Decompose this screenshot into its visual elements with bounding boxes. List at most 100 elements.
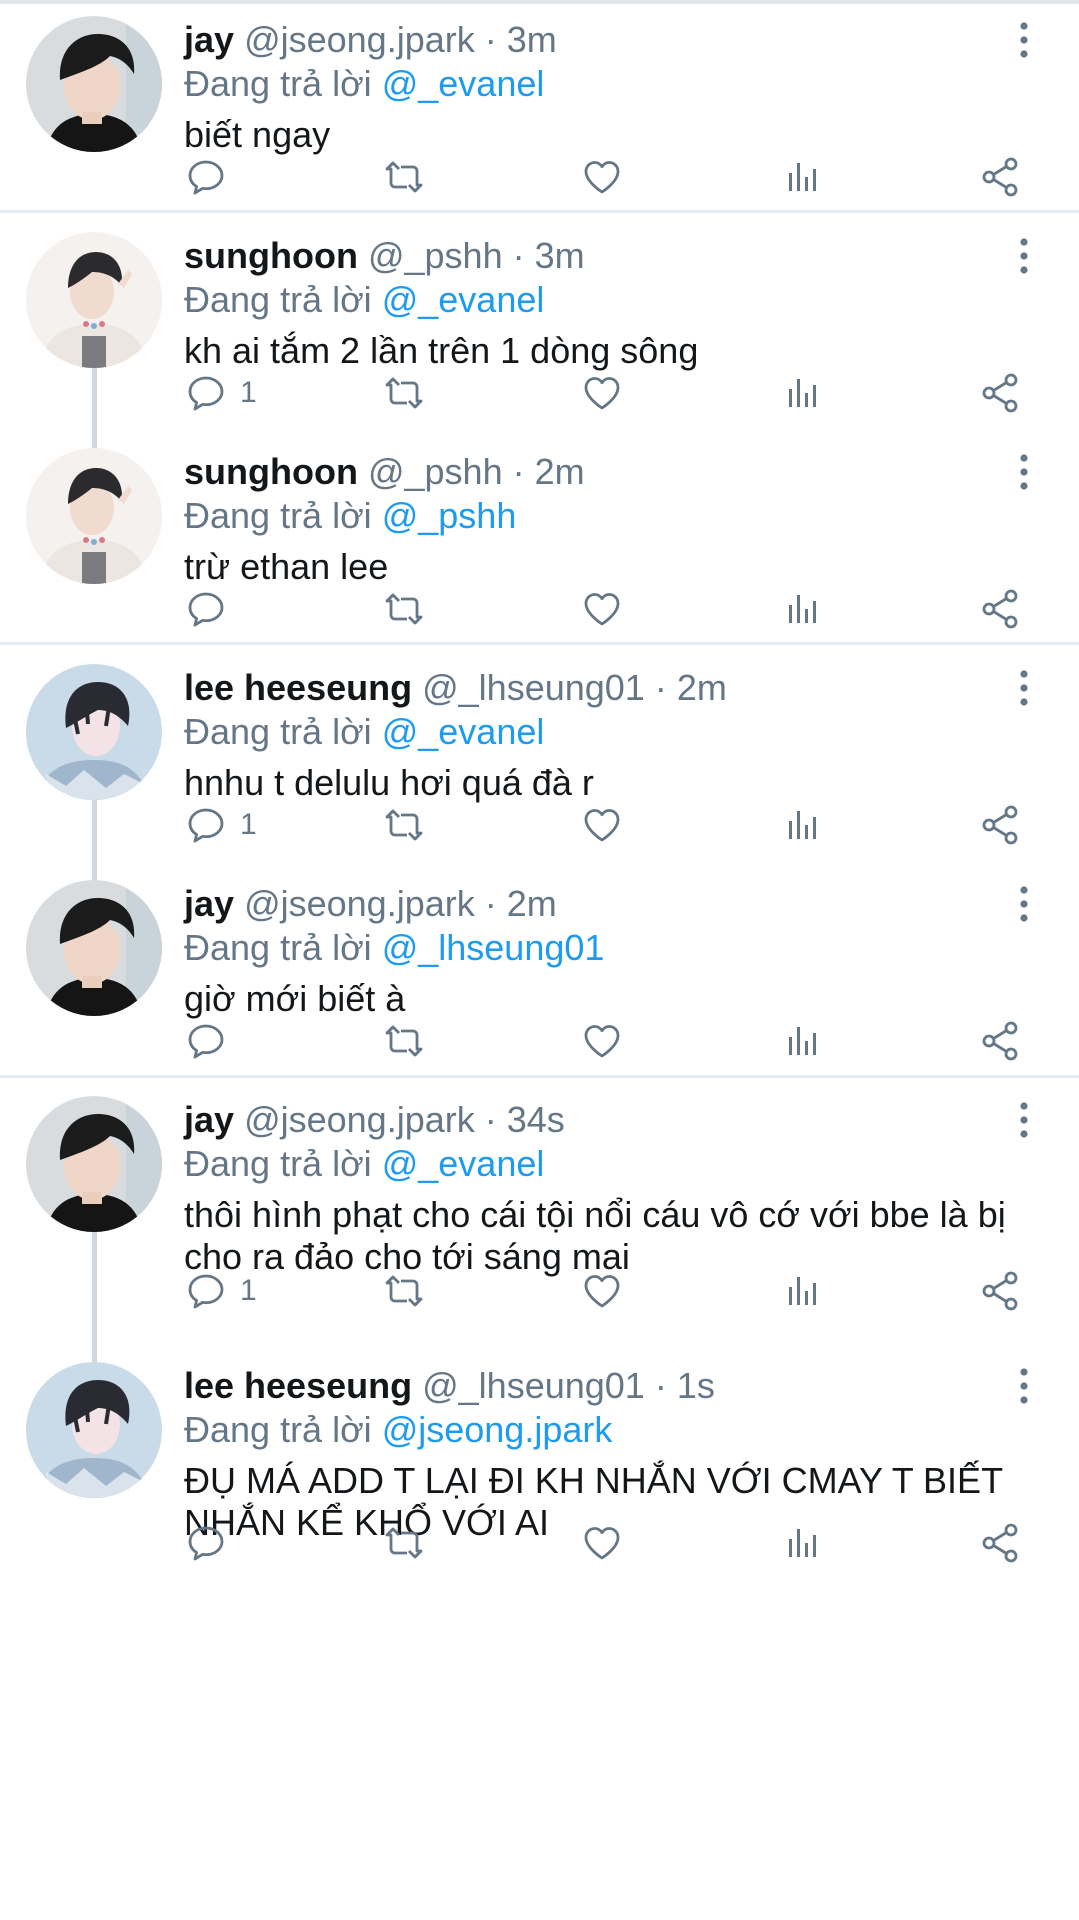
timestamp[interactable]: 2m bbox=[507, 883, 557, 924]
username-handle[interactable]: @_lhseung01 bbox=[422, 667, 645, 708]
share-button[interactable] bbox=[978, 1266, 1022, 1316]
analytics-button[interactable] bbox=[780, 1266, 824, 1316]
analytics-button[interactable] bbox=[780, 800, 824, 850]
like-icon bbox=[584, 161, 620, 194]
reply-button[interactable]: 1 bbox=[184, 800, 257, 850]
like-button[interactable] bbox=[580, 368, 624, 418]
reply-button[interactable]: 1 bbox=[184, 1266, 257, 1316]
share-button[interactable] bbox=[978, 1518, 1022, 1568]
reply-button[interactable] bbox=[184, 1518, 240, 1568]
mention-link[interactable]: @_evanel bbox=[382, 63, 545, 104]
retweet-button[interactable] bbox=[382, 152, 426, 202]
tweet[interactable]: jay @jseong.jpark · 34s Đang trả lời @_ev… bbox=[0, 1080, 1079, 1492]
username-handle[interactable]: @jseong.jpark bbox=[244, 19, 475, 60]
mention-link[interactable]: @jseong.jpark bbox=[382, 1409, 613, 1450]
retweet-icon bbox=[385, 377, 423, 409]
share-button[interactable] bbox=[978, 1016, 1022, 1066]
reply-icon bbox=[188, 1526, 224, 1561]
retweet-button[interactable] bbox=[382, 1266, 426, 1316]
display-name[interactable]: lee heeseung bbox=[184, 667, 412, 708]
separator-dot: · bbox=[512, 235, 525, 276]
like-button[interactable] bbox=[580, 584, 624, 634]
analytics-button[interactable] bbox=[780, 584, 824, 634]
avatar[interactable] bbox=[26, 664, 162, 800]
tweet[interactable]: jay @jseong.jpark · 2m Đang trả lời @_lhs… bbox=[0, 864, 1079, 1076]
timestamp[interactable]: 1s bbox=[677, 1365, 715, 1406]
mention-link[interactable]: @_pshh bbox=[382, 495, 517, 536]
tweet[interactable]: lee heeseung @_lhseung01 · 1s Đang trả lờ… bbox=[0, 1346, 1079, 1578]
more-options-button[interactable] bbox=[1012, 884, 1036, 924]
more-options-button[interactable] bbox=[1012, 20, 1036, 60]
avatar[interactable] bbox=[26, 16, 162, 152]
replying-to: Đang trả lời @jseong.jpark bbox=[184, 1408, 612, 1452]
display-name[interactable]: jay bbox=[184, 1099, 234, 1140]
tweet[interactable]: jay @jseong.jpark · 3m Đang trả lời @_eva… bbox=[0, 0, 1079, 212]
tweet[interactable]: lee heeseung @_lhseung01 · 2m Đang trả lờ… bbox=[0, 648, 1079, 1010]
analytics-button[interactable] bbox=[780, 1518, 824, 1568]
username-handle[interactable]: @_lhseung01 bbox=[422, 1365, 645, 1406]
share-button[interactable] bbox=[978, 368, 1022, 418]
avatar[interactable] bbox=[26, 448, 162, 584]
analytics-button[interactable] bbox=[780, 152, 824, 202]
like-button[interactable] bbox=[580, 1016, 624, 1066]
analytics-icon bbox=[789, 379, 816, 407]
display-name[interactable]: sunghoon bbox=[184, 451, 358, 492]
reply-button[interactable] bbox=[184, 152, 240, 202]
mention-link[interactable]: @_evanel bbox=[382, 279, 545, 320]
share-icon bbox=[982, 373, 1018, 413]
username-handle[interactable]: @_pshh bbox=[368, 451, 503, 492]
like-button[interactable] bbox=[580, 800, 624, 850]
retweet-button[interactable] bbox=[382, 1518, 426, 1568]
mention-link[interactable]: @_evanel bbox=[382, 1143, 545, 1184]
share-button[interactable] bbox=[978, 800, 1022, 850]
retweet-button[interactable] bbox=[382, 584, 426, 634]
like-button[interactable] bbox=[580, 1518, 624, 1568]
mention-link[interactable]: @_lhseung01 bbox=[382, 927, 605, 968]
mention-link[interactable]: @_evanel bbox=[382, 711, 545, 752]
more-options-button[interactable] bbox=[1012, 1100, 1036, 1140]
username-handle[interactable]: @_pshh bbox=[368, 235, 503, 276]
display-name[interactable]: jay bbox=[184, 19, 234, 60]
tweet-header: lee heeseung @_lhseung01 · 2m bbox=[184, 666, 727, 710]
avatar[interactable] bbox=[26, 1362, 162, 1498]
retweet-icon bbox=[385, 1527, 423, 1559]
display-name[interactable]: lee heeseung bbox=[184, 1365, 412, 1406]
display-name[interactable]: sunghoon bbox=[184, 235, 358, 276]
analytics-button[interactable] bbox=[780, 368, 824, 418]
display-name[interactable]: jay bbox=[184, 883, 234, 924]
tweet[interactable]: sunghoon @_pshh · 2m Đang trả lời @_pshh t… bbox=[0, 432, 1079, 644]
retweet-button[interactable] bbox=[382, 1016, 426, 1066]
avatar[interactable] bbox=[26, 232, 162, 368]
more-icon bbox=[1020, 670, 1028, 706]
retweet-icon bbox=[385, 161, 423, 193]
retweet-button[interactable] bbox=[382, 800, 426, 850]
replying-to: Đang trả lời @_lhseung01 bbox=[184, 926, 604, 970]
tweet-header: sunghoon @_pshh · 2m bbox=[184, 450, 585, 494]
timestamp[interactable]: 3m bbox=[535, 235, 585, 276]
share-button[interactable] bbox=[978, 152, 1022, 202]
reply-button[interactable] bbox=[184, 584, 240, 634]
replying-to-label: Đang trả lời bbox=[184, 711, 372, 752]
like-button[interactable] bbox=[580, 1266, 624, 1316]
reply-button[interactable] bbox=[184, 1016, 240, 1066]
reply-button[interactable]: 1 bbox=[184, 368, 257, 418]
timestamp[interactable]: 2m bbox=[535, 451, 585, 492]
like-icon bbox=[584, 1527, 620, 1560]
timestamp[interactable]: 2m bbox=[677, 667, 727, 708]
more-options-button[interactable] bbox=[1012, 668, 1036, 708]
more-options-button[interactable] bbox=[1012, 452, 1036, 492]
username-handle[interactable]: @jseong.jpark bbox=[244, 883, 475, 924]
analytics-icon bbox=[789, 1027, 816, 1055]
timestamp[interactable]: 34s bbox=[507, 1099, 565, 1140]
analytics-button[interactable] bbox=[780, 1016, 824, 1066]
tweet[interactable]: sunghoon @_pshh · 3m Đang trả lời @_evane… bbox=[0, 216, 1079, 578]
retweet-button[interactable] bbox=[382, 368, 426, 418]
avatar[interactable] bbox=[26, 880, 162, 1016]
like-button[interactable] bbox=[580, 152, 624, 202]
timestamp[interactable]: 3m bbox=[507, 19, 557, 60]
more-options-button[interactable] bbox=[1012, 236, 1036, 276]
share-button[interactable] bbox=[978, 584, 1022, 634]
more-options-button[interactable] bbox=[1012, 1366, 1036, 1406]
username-handle[interactable]: @jseong.jpark bbox=[244, 1099, 475, 1140]
avatar[interactable] bbox=[26, 1096, 162, 1232]
